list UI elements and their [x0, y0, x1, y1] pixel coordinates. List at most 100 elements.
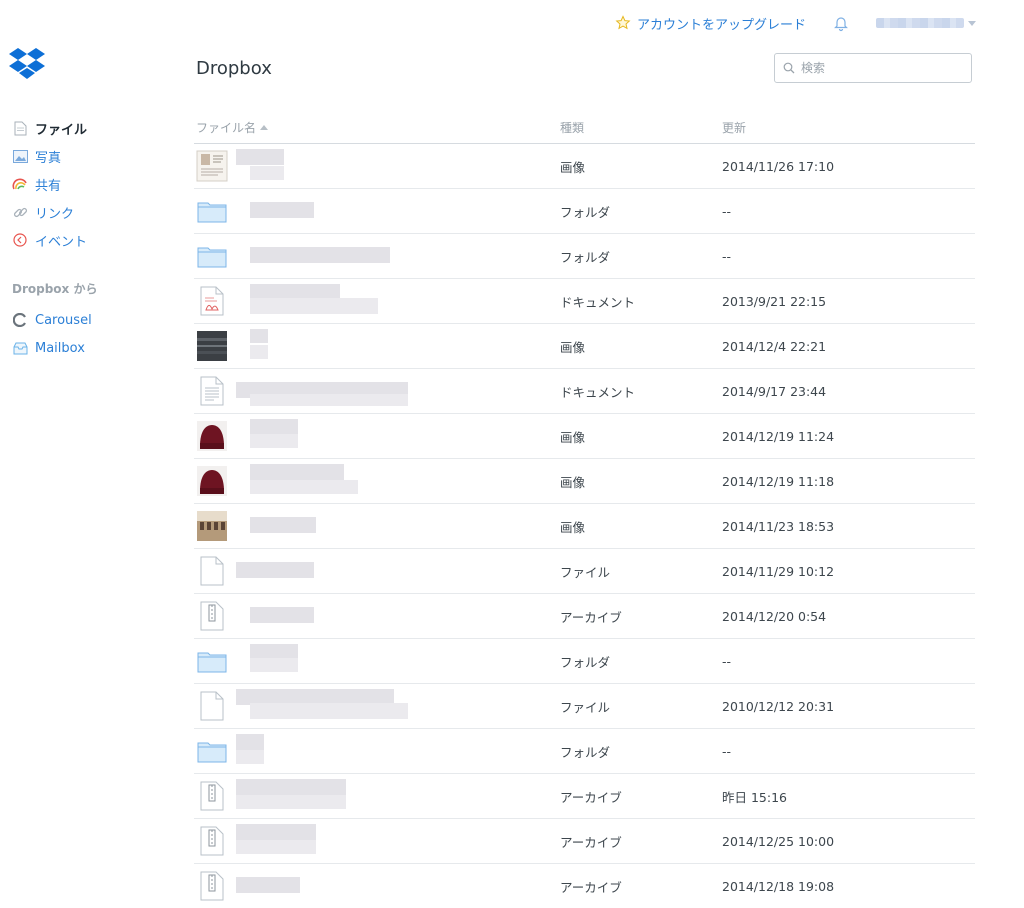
- upgrade-label: アカウントをアップグレード: [636, 17, 806, 33]
- table-row[interactable]: ドキュメント 2014/9/17 23:44: [194, 369, 975, 414]
- file-modified-cell: 2014/12/25 10:00: [722, 833, 835, 849]
- file-name-cell: [194, 594, 560, 638]
- file-name-cell: [194, 864, 560, 908]
- image-thumbnail: [194, 418, 230, 454]
- table-row[interactable]: 画像 2014/12/19 11:24: [194, 414, 975, 459]
- file-name-redacted: [236, 239, 390, 273]
- search-input[interactable]: [801, 61, 961, 75]
- file-kind-cell: ファイル: [560, 564, 611, 580]
- table-row[interactable]: 画像 2014/12/4 22:21: [194, 324, 975, 369]
- column-label: 更新: [722, 121, 747, 135]
- file-modified-cell: 昨日 15:16: [722, 789, 787, 805]
- file-modified-cell: 2014/11/29 10:12: [722, 563, 835, 579]
- table-row[interactable]: ドキュメント 2013/9/21 22:15: [194, 279, 975, 324]
- column-label: 種類: [560, 121, 585, 135]
- table-row[interactable]: アーカイブ 2014/12/20 0:54: [194, 594, 975, 639]
- table-row[interactable]: フォルダ --: [194, 234, 975, 279]
- column-header-name[interactable]: ファイル名: [194, 119, 560, 136]
- sidebar-item-label: Carousel: [35, 312, 92, 328]
- image-thumbnail: [194, 148, 230, 184]
- upgrade-account-link[interactable]: アカウントをアップグレード: [615, 14, 806, 33]
- file-name-redacted: [236, 194, 314, 228]
- sidebar-item-links[interactable]: リンク: [12, 198, 162, 226]
- search-box[interactable]: [774, 53, 972, 83]
- link-icon: [12, 204, 28, 220]
- file-modified-cell: --: [722, 653, 732, 669]
- table-row[interactable]: アーカイブ 2014/12/18 19:08: [194, 864, 975, 908]
- file-icon: [194, 688, 230, 724]
- table-row[interactable]: ファイル 2014/11/29 10:12: [194, 549, 975, 594]
- sidebar-item-events[interactable]: イベント: [12, 226, 162, 254]
- file-name-redacted: [236, 824, 316, 858]
- file-modified-cell: --: [722, 203, 732, 219]
- sidebar-item-label: リンク: [35, 206, 75, 222]
- file-kind-cell: ドキュメント: [560, 384, 636, 400]
- file-name-redacted: [236, 734, 264, 768]
- image-thumbnail: [194, 463, 230, 499]
- file-name-cell: [194, 144, 560, 188]
- file-table: ファイル名 種類 更新 画像 2014/11/26 17:10 フォルダ -- フォルダ…: [194, 112, 975, 908]
- table-row[interactable]: 画像 2014/11/23 18:53: [194, 504, 975, 549]
- bell-icon[interactable]: [832, 14, 850, 32]
- table-row[interactable]: アーカイブ 2014/12/25 10:00: [194, 819, 975, 864]
- table-row[interactable]: フォルダ --: [194, 189, 975, 234]
- file-kind-cell: フォルダ: [560, 204, 611, 220]
- file-name-cell: [194, 729, 560, 773]
- table-row[interactable]: 画像 2014/12/19 11:18: [194, 459, 975, 504]
- file-modified-cell: --: [722, 743, 732, 759]
- table-row[interactable]: 画像 2014/11/26 17:10: [194, 144, 975, 189]
- star-icon: [615, 15, 631, 30]
- file-kind-cell: 画像: [560, 339, 586, 355]
- table-row[interactable]: アーカイブ 昨日 15:16: [194, 774, 975, 819]
- file-kind-cell: アーカイブ: [560, 789, 622, 805]
- file-list: 画像 2014/11/26 17:10 フォルダ -- フォルダ -- ドキュメント 2013…: [194, 144, 975, 908]
- folder-icon: [194, 643, 230, 679]
- sidebar-item-sharing[interactable]: 共有: [12, 170, 162, 198]
- column-header-modified[interactable]: 更新: [722, 119, 975, 136]
- file-icon: [194, 553, 230, 589]
- sidebar-item-label: Mailbox: [35, 340, 85, 356]
- file-modified-cell: 2014/11/23 18:53: [722, 518, 835, 534]
- file-modified-cell: 2010/12/12 20:31: [722, 698, 835, 714]
- sidebar-item-mailbox[interactable]: Mailbox: [12, 334, 162, 362]
- file-modified-cell: 2014/12/20 0:54: [722, 608, 827, 624]
- sidebar-item-carousel[interactable]: Carousel: [12, 306, 162, 334]
- table-row[interactable]: フォルダ --: [194, 639, 975, 684]
- user-name: [876, 18, 964, 28]
- archive-icon: [194, 598, 230, 634]
- file-name-redacted: [236, 149, 284, 183]
- top-bar: アカウントをアップグレード: [615, 12, 976, 34]
- file-name-redacted: [236, 329, 268, 363]
- column-label: ファイル名: [196, 121, 257, 135]
- sidebar-item-label: 共有: [35, 178, 62, 194]
- file-name-redacted: [236, 509, 316, 543]
- table-row[interactable]: フォルダ --: [194, 729, 975, 774]
- table-row[interactable]: ファイル 2010/12/12 20:31: [194, 684, 975, 729]
- file-name-redacted: [236, 374, 408, 408]
- search-icon: [783, 62, 795, 74]
- column-header-kind[interactable]: 種類: [560, 119, 722, 136]
- file-name-redacted: [236, 554, 314, 588]
- file-name-cell: [194, 414, 560, 458]
- sidebar-item-files[interactable]: ファイル: [12, 114, 162, 142]
- file-name-cell: [194, 189, 560, 233]
- file-kind-cell: 画像: [560, 474, 586, 490]
- file-name-cell: [194, 819, 560, 863]
- file-name-redacted: [236, 599, 314, 633]
- file-kind-cell: ドキュメント: [560, 294, 636, 310]
- image-thumbnail: [194, 328, 230, 364]
- file-kind-cell: アーカイブ: [560, 879, 622, 895]
- dropbox-logo-icon[interactable]: [8, 46, 46, 82]
- page-title: Dropbox: [196, 58, 272, 79]
- file-name-cell: [194, 774, 560, 818]
- archive-icon: [194, 823, 230, 859]
- user-menu[interactable]: [876, 18, 976, 28]
- mailbox-icon: [12, 340, 28, 356]
- file-kind-cell: アーカイブ: [560, 609, 622, 625]
- file-kind-cell: フォルダ: [560, 249, 611, 265]
- folder-icon: [194, 733, 230, 769]
- file-modified-cell: 2014/12/19 11:24: [722, 428, 835, 444]
- rainbow-icon: [12, 176, 28, 192]
- file-name-cell: [194, 324, 560, 368]
- sidebar-item-photos[interactable]: 写真: [12, 142, 162, 170]
